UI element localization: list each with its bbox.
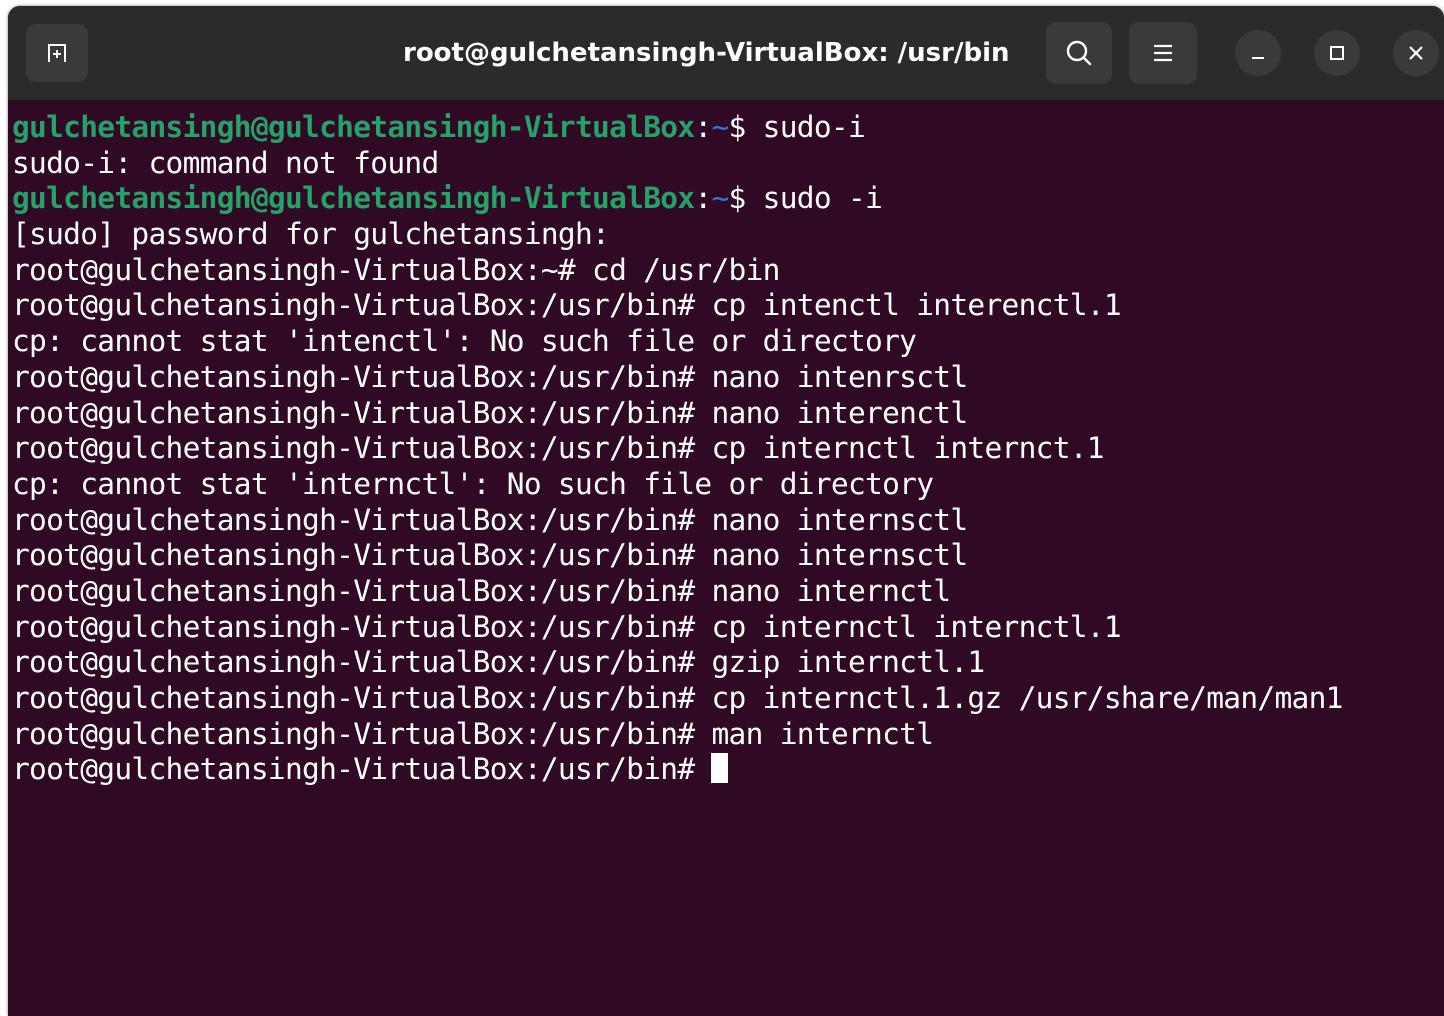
- terminal-line: root@gulchetansingh-VirtualBox:/usr/bin#…: [12, 681, 1440, 717]
- terminal-line: root@gulchetansingh-VirtualBox:/usr/bin#…: [12, 360, 1440, 396]
- output-text: root@gulchetansingh-VirtualBox:/usr/bin#…: [12, 573, 951, 608]
- terminal-line: gulchetansingh@gulchetansingh-VirtualBox…: [12, 110, 1440, 146]
- output-text: cp: cannot stat 'internctl': No such fil…: [12, 466, 934, 501]
- terminal-line: root@gulchetansingh-VirtualBox:/usr/bin#…: [12, 538, 1440, 574]
- prompt-path: ~: [711, 110, 729, 144]
- close-icon: [1409, 46, 1423, 60]
- prompt-symbol: $: [728, 110, 763, 144]
- terminal-line: root@gulchetansingh-VirtualBox:/usr/bin#…: [12, 645, 1440, 681]
- command-text: sudo-i: [762, 110, 866, 144]
- output-text: root@gulchetansingh-VirtualBox:/usr/bin#…: [12, 359, 968, 394]
- close-button[interactable]: [1393, 30, 1439, 76]
- output-text: root@gulchetansingh-VirtualBox:/usr/bin#…: [12, 538, 968, 573]
- output-text: sudo-i: command not found: [12, 145, 439, 180]
- maximize-icon: [1330, 46, 1344, 60]
- terminal-line: root@gulchetansingh-VirtualBox:/usr/bin#…: [12, 396, 1440, 432]
- new-tab-button[interactable]: [26, 24, 88, 82]
- output-text: root@gulchetansingh-VirtualBox:~# cd /us…: [12, 252, 780, 287]
- terminal-line: root@gulchetansingh-VirtualBox:/usr/bin#…: [12, 610, 1440, 646]
- terminal-line: gulchetansingh@gulchetansingh-VirtualBox…: [12, 181, 1440, 217]
- output-text: root@gulchetansingh-VirtualBox:/usr/bin#…: [12, 502, 968, 537]
- terminal-line: [sudo] password for gulchetansingh:: [12, 217, 1440, 253]
- terminal-line: root@gulchetansingh-VirtualBox:/usr/bin#…: [12, 574, 1440, 610]
- title-bar[interactable]: root@gulchetansingh-VirtualBox: /usr/bin: [8, 6, 1444, 100]
- terminal-line: root@gulchetansingh-VirtualBox:/usr/bin#…: [12, 431, 1440, 467]
- current-prompt: root@gulchetansingh-VirtualBox:/usr/bin#: [12, 752, 712, 787]
- menu-button[interactable]: [1129, 22, 1197, 84]
- command-text: sudo -i: [762, 181, 883, 216]
- prompt-user-host: gulchetansingh@gulchetansingh-VirtualBox: [12, 181, 695, 216]
- maximize-button[interactable]: [1314, 30, 1360, 76]
- search-button[interactable]: [1046, 22, 1112, 84]
- prompt-path: ~: [711, 181, 729, 216]
- terminal-window: root@gulchetansingh-VirtualBox: /usr/bin: [8, 6, 1444, 1016]
- terminal-line: root@gulchetansingh-VirtualBox:/usr/bin#…: [12, 288, 1440, 324]
- window-title: root@gulchetansingh-VirtualBox: /usr/bin: [403, 38, 1010, 68]
- search-icon: [1066, 40, 1092, 66]
- terminal-line: cp: cannot stat 'internctl': No such fil…: [12, 467, 1440, 503]
- prompt-separator: :: [694, 110, 712, 144]
- output-text: root@gulchetansingh-VirtualBox:/usr/bin#…: [12, 716, 934, 751]
- terminal-line: root@gulchetansingh-VirtualBox:/usr/bin#: [12, 752, 1440, 788]
- output-text: [sudo] password for gulchetansingh:: [12, 217, 610, 252]
- text-cursor[interactable]: [711, 753, 729, 784]
- output-text: root@gulchetansingh-VirtualBox:/usr/bin#…: [12, 681, 1343, 715]
- terminal-line: root@gulchetansingh-VirtualBox:/usr/bin#…: [12, 503, 1440, 539]
- terminal-line: cp: cannot stat 'intenctl': No such file…: [12, 324, 1440, 360]
- hamburger-menu-icon: [1154, 44, 1172, 62]
- new-tab-icon: [48, 44, 66, 62]
- minimize-icon: [1252, 57, 1264, 59]
- prompt-symbol: $: [728, 181, 763, 216]
- output-text: root@gulchetansingh-VirtualBox:/usr/bin#…: [12, 645, 985, 680]
- output-text: cp: cannot stat 'intenctl': No such file…: [12, 324, 917, 359]
- terminal-line: root@gulchetansingh-VirtualBox:/usr/bin#…: [12, 717, 1440, 753]
- output-text: root@gulchetansingh-VirtualBox:/usr/bin#…: [12, 431, 1105, 466]
- terminal-line: root@gulchetansingh-VirtualBox:~# cd /us…: [12, 253, 1440, 289]
- minimize-button[interactable]: [1235, 30, 1281, 76]
- output-text: root@gulchetansingh-VirtualBox:/usr/bin#…: [12, 395, 968, 430]
- output-text: root@gulchetansingh-VirtualBox:/usr/bin#…: [12, 609, 1122, 644]
- output-text: root@gulchetansingh-VirtualBox:/usr/bin#…: [12, 288, 1122, 323]
- prompt-user-host: gulchetansingh@gulchetansingh-VirtualBox: [12, 110, 695, 144]
- prompt-separator: :: [694, 181, 712, 216]
- terminal-line: sudo-i: command not found: [12, 146, 1440, 182]
- terminal-output[interactable]: gulchetansingh@gulchetansingh-VirtualBox…: [12, 110, 1440, 1010]
